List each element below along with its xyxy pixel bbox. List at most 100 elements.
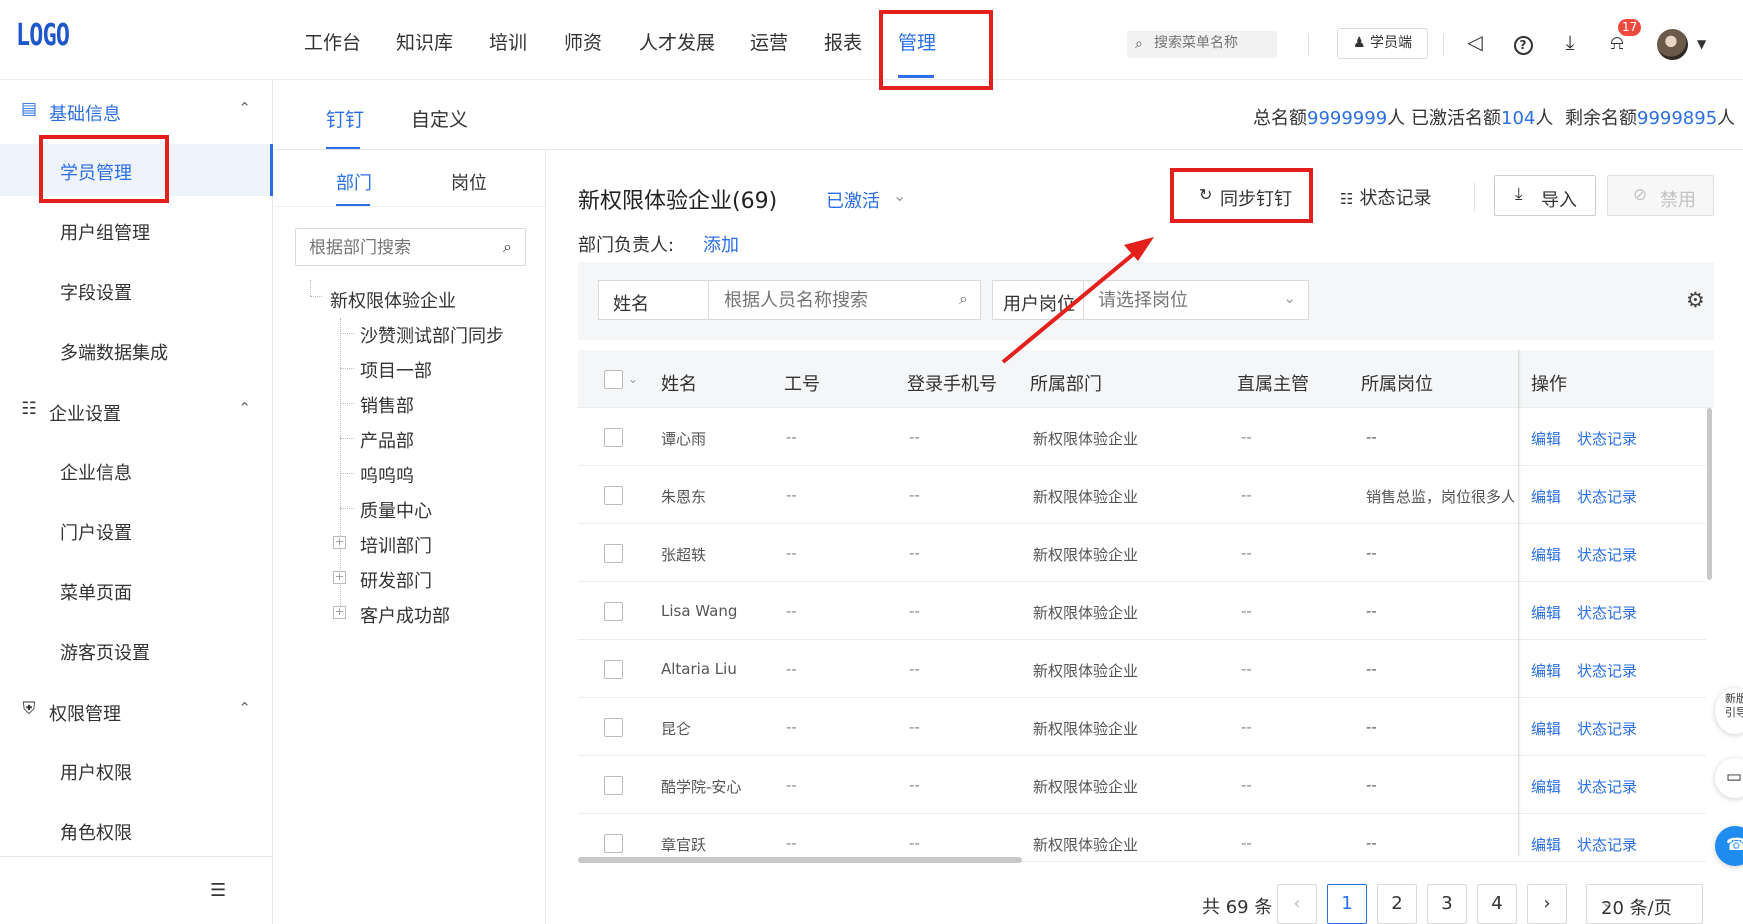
tree-node[interactable]: 产品部 xyxy=(360,427,414,453)
row-checkbox[interactable] xyxy=(604,428,623,447)
row-checkbox[interactable] xyxy=(604,486,623,505)
status-log-link[interactable]: 状态记录 xyxy=(1577,602,1637,623)
vertical-scrollbar[interactable] xyxy=(1707,408,1712,580)
status-log-button[interactable]: ☷ 状态记录 xyxy=(1340,184,1431,210)
sidebar-item-menu-pages[interactable]: 菜单页面 xyxy=(0,564,273,616)
edit-link[interactable]: 编辑 xyxy=(1531,834,1561,855)
previous-page-button[interactable]: ‹ xyxy=(1277,884,1317,924)
expand-icon[interactable]: + xyxy=(333,606,346,619)
sidebar-group-enterprise-settings[interactable]: ☷ 企业设置 ⌃ xyxy=(0,390,273,430)
tree-node[interactable]: 培训部门 xyxy=(360,532,432,558)
name-search-input[interactable] xyxy=(724,290,944,311)
sidebar-item-role-permissions[interactable]: 角色权限 xyxy=(0,804,273,856)
post-select[interactable]: ⌄ xyxy=(1084,280,1309,320)
department-search[interactable]: ⌕ xyxy=(295,228,526,266)
tree-node[interactable]: 质量中心 xyxy=(360,497,432,523)
add-department-head-link[interactable]: 添加 xyxy=(703,231,739,257)
sidebar-item-enterprise-info[interactable]: 企业信息 xyxy=(0,444,273,496)
tree-node[interactable]: 研发部门 xyxy=(360,567,432,593)
edit-link[interactable]: 编辑 xyxy=(1531,660,1561,681)
row-checkbox[interactable] xyxy=(604,602,623,621)
page-button[interactable]: 2 xyxy=(1377,884,1417,924)
status-log-link[interactable]: 状态记录 xyxy=(1577,544,1637,565)
status-log-link[interactable]: 状态记录 xyxy=(1577,660,1637,681)
guide-float-button[interactable]: 新版 引导 xyxy=(1715,688,1743,734)
status-log-link[interactable]: 状态记录 xyxy=(1577,776,1637,797)
nav-workbench[interactable]: 工作台 xyxy=(304,28,361,55)
select-all-checkbox[interactable] xyxy=(604,370,623,389)
tab-posts[interactable]: 岗位 xyxy=(451,169,487,195)
tab-departments[interactable]: 部门 xyxy=(336,169,372,195)
nav-management[interactable]: 管理 xyxy=(898,28,936,55)
download-icon[interactable]: ⤓ xyxy=(1558,30,1582,54)
sidebar-item-user-permissions[interactable]: 用户权限 xyxy=(0,744,273,796)
sidebar-item-guest-page-settings[interactable]: 游客页设置 xyxy=(0,624,273,676)
speaker-icon[interactable]: ◁ xyxy=(1463,30,1487,54)
post-select-input[interactable] xyxy=(1098,290,1268,311)
support-float-button[interactable]: ☎ xyxy=(1715,826,1743,866)
nav-reports[interactable]: 报表 xyxy=(824,28,862,55)
page-button[interactable]: 4 xyxy=(1477,884,1517,924)
menu-search-input[interactable] xyxy=(1154,35,1274,51)
chevron-down-icon[interactable]: ⌄ xyxy=(628,372,638,386)
expand-icon[interactable]: + xyxy=(333,571,346,584)
disable-button[interactable]: ⊘ 禁用 xyxy=(1607,175,1714,216)
feedback-float-button[interactable]: ▭ xyxy=(1715,758,1743,798)
chevron-down-icon[interactable]: ⌄ xyxy=(893,186,906,205)
edit-link[interactable]: 编辑 xyxy=(1531,428,1561,449)
edit-link[interactable]: 编辑 xyxy=(1531,718,1561,739)
tree-node[interactable]: 沙赞测试部门同步 xyxy=(360,322,504,348)
tree-node[interactable]: 项目一部 xyxy=(360,357,432,383)
sidebar-group-permissions[interactable]: ⛨ 权限管理 ⌃ xyxy=(0,690,273,730)
nav-knowledge-base[interactable]: 知识库 xyxy=(396,28,453,55)
status-log-link[interactable]: 状态记录 xyxy=(1577,486,1637,507)
page-size-select[interactable]: 20 条/页 ⌄ xyxy=(1586,884,1703,924)
edit-link[interactable]: 编辑 xyxy=(1531,776,1561,797)
avatar[interactable] xyxy=(1657,29,1688,60)
nav-teachers[interactable]: 师资 xyxy=(564,28,602,55)
tab-custom[interactable]: 自定义 xyxy=(411,105,468,132)
row-checkbox[interactable] xyxy=(604,544,623,563)
status-log-link[interactable]: 状态记录 xyxy=(1577,834,1637,855)
status-filter[interactable]: 已激活 xyxy=(826,187,880,213)
caret-down-icon[interactable]: ▼ xyxy=(1697,37,1706,51)
department-search-input[interactable] xyxy=(309,238,489,258)
sidebar-item-portal-settings[interactable]: 门户设置 xyxy=(0,504,273,556)
edit-link[interactable]: 编辑 xyxy=(1531,602,1561,623)
tab-dingtalk[interactable]: 钉钉 xyxy=(326,105,364,132)
field-select[interactable]: 姓名 ⌄ xyxy=(598,280,709,320)
page-button[interactable]: 1 xyxy=(1327,884,1367,924)
row-checkbox[interactable] xyxy=(604,834,623,853)
sync-dingtalk-button[interactable]: ↻ 同步钉钉 xyxy=(1180,175,1306,215)
sidebar-item-user-groups[interactable]: 用户组管理 xyxy=(0,204,273,256)
edit-link[interactable]: 编辑 xyxy=(1531,544,1561,565)
nav-operations[interactable]: 运营 xyxy=(750,28,788,55)
expand-icon[interactable]: + xyxy=(333,536,346,549)
tree-node[interactable]: 呜呜呜 xyxy=(360,462,414,488)
collapse-sidebar-icon[interactable]: ☰ xyxy=(210,880,226,901)
nav-talent-development[interactable]: 人才发展 xyxy=(639,28,715,55)
row-checkbox[interactable] xyxy=(604,776,623,795)
row-checkbox[interactable] xyxy=(604,660,623,679)
row-checkbox[interactable] xyxy=(604,718,623,737)
sidebar-item-field-settings[interactable]: 字段设置 xyxy=(0,264,273,316)
status-log-link[interactable]: 状态记录 xyxy=(1577,428,1637,449)
horizontal-scrollbar[interactable] xyxy=(578,857,1022,863)
tree-node[interactable]: 客户成功部 xyxy=(360,602,450,628)
gear-icon[interactable]: ⚙ xyxy=(1686,288,1705,312)
name-search[interactable]: ⌕ xyxy=(709,280,981,320)
sidebar-item-data-integration[interactable]: 多端数据集成 xyxy=(0,324,273,376)
sidebar-item-student-management[interactable]: 学员管理 xyxy=(0,144,273,196)
student-portal-button[interactable]: ♟ 学员端 xyxy=(1337,28,1428,59)
import-button[interactable]: ⤓ 导入 xyxy=(1494,175,1596,216)
next-page-button[interactable]: › xyxy=(1527,884,1567,924)
help-icon[interactable]: ? xyxy=(1511,30,1535,55)
status-log-link[interactable]: 状态记录 xyxy=(1577,718,1637,739)
menu-search[interactable]: ⌕ xyxy=(1127,31,1277,58)
sidebar-group-basic-info[interactable]: ▤ 基础信息 ⌃ xyxy=(0,90,273,130)
edit-link[interactable]: 编辑 xyxy=(1531,486,1561,507)
tree-node[interactable]: 销售部 xyxy=(360,392,414,418)
tree-root-node[interactable]: 新权限体验企业 xyxy=(330,287,456,313)
page-button[interactable]: 3 xyxy=(1427,884,1467,924)
nav-training[interactable]: 培训 xyxy=(489,28,527,55)
